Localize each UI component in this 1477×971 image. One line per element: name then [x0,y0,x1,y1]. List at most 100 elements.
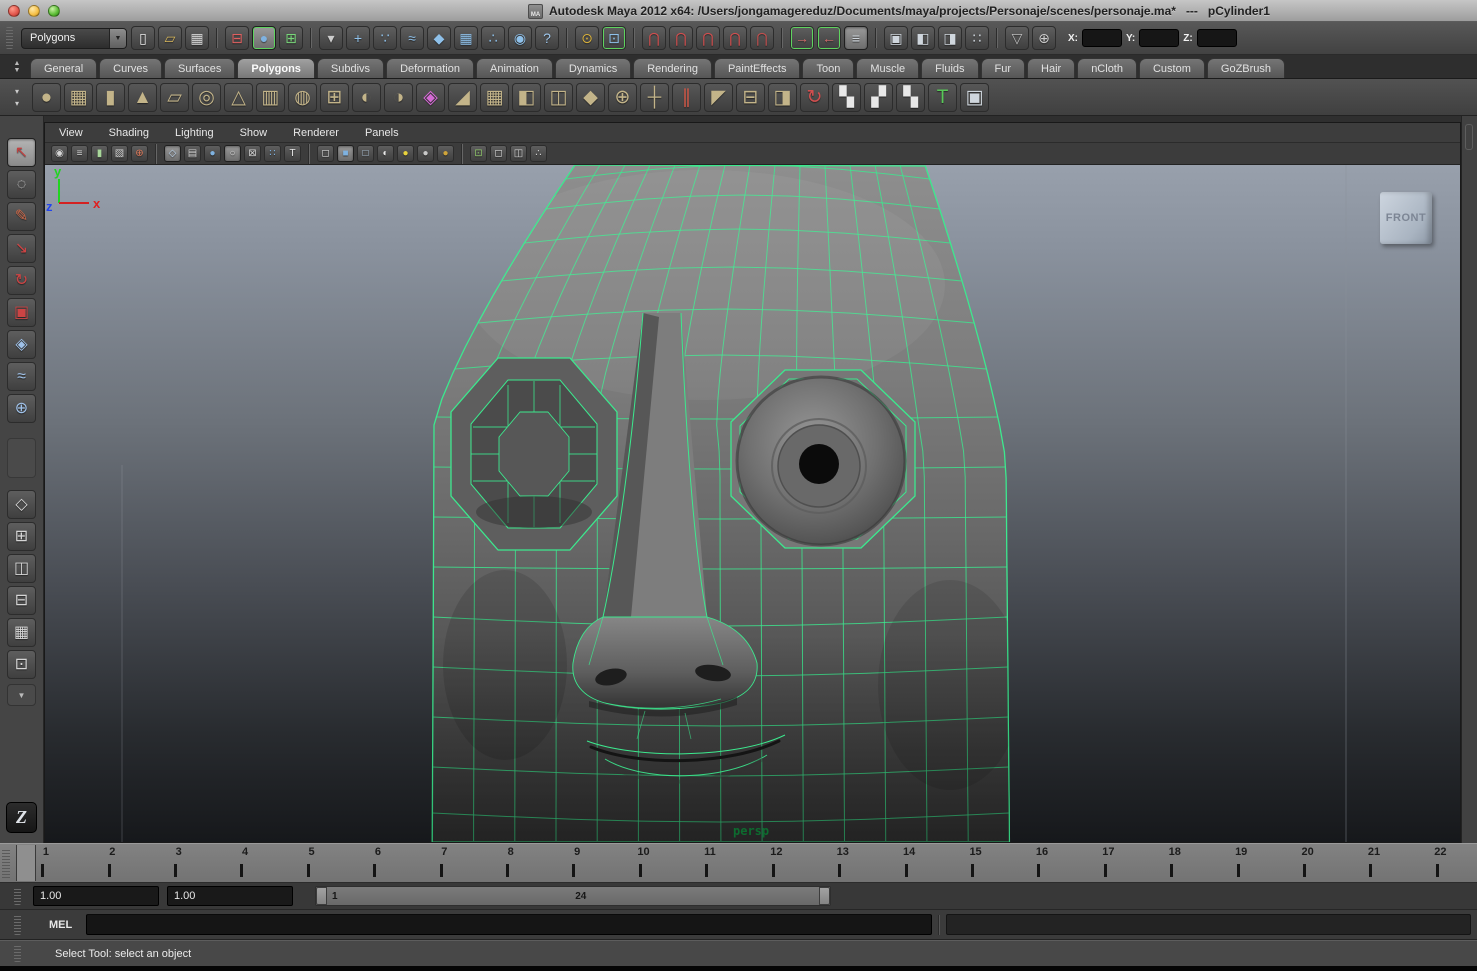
shaded-sphere-icon[interactable]: ● [204,145,221,162]
show-manipulator-tool[interactable]: ⊕ [7,394,36,423]
poly-cube-icon[interactable]: ▦ [64,83,93,112]
panel-menu-show[interactable]: Show [240,127,268,139]
viewport-canvas[interactable]: FRONT y x z persp [45,165,1460,842]
xray-icon[interactable]: □ [357,145,374,162]
poly-pipe-icon[interactable]: ▥ [256,83,285,112]
shelf-tab-custom[interactable]: Custom [1139,58,1205,78]
shelf-tab-gozbrush[interactable]: GoZBrush [1207,58,1285,78]
select-tool[interactable]: ↖ [7,138,36,167]
smooth-mesh-icon[interactable]: ◈ [416,83,445,112]
boolean-union-icon[interactable]: ◐ [352,83,381,112]
shelf-tab-painteffects[interactable]: PaintEffects [714,58,801,78]
bevel-icon[interactable]: ◆ [576,83,605,112]
select-by-deformations-icon[interactable]: ▦ [454,26,478,50]
shelf-tab-toon[interactable]: Toon [802,58,854,78]
select-by-surfaces-icon[interactable]: ◆ [427,26,451,50]
persp-outliner-layout[interactable]: ◫ [7,554,36,583]
uv-texture-editor-icon[interactable]: ▣ [960,83,989,112]
no-lights-icon[interactable]: ● [417,145,434,162]
wireframe-mode-icon[interactable]: ◇ [164,145,181,162]
quadrangulate-icon[interactable]: ▦ [480,83,509,112]
select-camera-icon[interactable]: ◉ [51,145,68,162]
select-by-curves-icon[interactable]: ≈ [400,26,424,50]
single-pane-layout[interactable]: ◇ [7,490,36,519]
minimize-window-button[interactable] [28,5,40,17]
extrude-icon[interactable]: ◧ [512,83,541,112]
shelf-tab-animation[interactable]: Animation [476,58,553,78]
all-lights-icon[interactable]: ● [397,145,414,162]
smooth-shade-all-icon[interactable]: ■ [337,145,354,162]
spherical-mapping-icon[interactable]: ▚ [896,83,925,112]
default-material-icon[interactable]: ∷ [264,145,281,162]
lasso-tool[interactable]: ◌ [7,170,36,199]
shelf-tab-muscle[interactable]: Muscle [856,58,919,78]
lock-selection-icon[interactable]: ⊙ [575,26,599,50]
object-mode-icon[interactable]: ● [252,26,276,50]
shelf-tab-curves[interactable]: Curves [99,58,162,78]
film-gate-icon[interactable]: ▤ [184,145,201,162]
save-scene-icon[interactable]: ▦ [185,26,209,50]
ipr-render-icon[interactable]: ◨ [938,26,962,50]
new-scene-icon[interactable]: ▯ [131,26,155,50]
time-slider[interactable]: 1 2 3 4 5 6 7 [0,843,1477,883]
triangulate-icon[interactable]: ◢ [448,83,477,112]
select-by-handles-icon[interactable]: + [346,26,370,50]
panel-resize-handle[interactable] [1465,124,1473,150]
construction-history-icon[interactable]: ≡ [844,26,868,50]
shelf-options-arrows[interactable]: ▾▾ [6,87,28,108]
flat-shade-icon[interactable]: ○ [224,145,241,162]
shelf-tab-general[interactable]: General [30,58,97,78]
help-line-grip[interactable] [14,945,21,963]
component-mode-icon[interactable]: ⊞ [279,26,303,50]
hypershade-persp-layout[interactable]: ▦ [7,618,36,647]
shelf-tab-polygons[interactable]: Polygons [237,58,315,78]
crease-icon[interactable]: ◤ [704,83,733,112]
panel-layout-icon[interactable]: ◫ [510,145,527,162]
close-window-button[interactable] [8,5,20,17]
poly-pyramid-icon[interactable]: △ [224,83,253,112]
shelf-tab-dynamics[interactable]: Dynamics [555,58,631,78]
layout-shortcuts-dropdown[interactable]: ▼ [7,684,36,706]
2d-pan-zoom-icon[interactable]: ⊕ [131,145,148,162]
make-live-icon[interactable]: ⋂ [750,26,774,50]
poly-sphere-icon[interactable]: ● [32,83,61,112]
select-by-misc-icon[interactable]: ? [535,26,559,50]
rotate-tool[interactable]: ↻ [7,266,36,295]
view-cube[interactable]: FRONT [1380,192,1432,244]
panel-menu-shading[interactable]: Shading [109,127,149,139]
persp-multi-layout[interactable]: ⊡ [7,650,36,679]
use-default-material-icon[interactable]: ◐ [377,145,394,162]
soft-modification-tool[interactable]: ≈ [7,362,36,391]
open-scene-icon[interactable]: ▱ [158,26,182,50]
paint-selection-tool[interactable]: ✎ [7,202,36,231]
scale-tool[interactable]: ▣ [7,298,36,327]
menu-set-selector[interactable]: Polygons ▼ [21,28,127,49]
bounding-box-icon[interactable]: ◻ [317,145,334,162]
text-display-icon[interactable]: T [284,145,301,162]
move-tool[interactable]: ↘ [7,234,36,263]
bridge-icon[interactable]: ◫ [544,83,573,112]
image-plane-icon[interactable]: ▧ [111,145,128,162]
panel-menu-panels[interactable]: Panels [365,127,399,139]
panel-menu-lighting[interactable]: Lighting [175,127,214,139]
select-by-rendering-icon[interactable]: ◉ [508,26,532,50]
z-field[interactable] [1197,29,1237,47]
bookmarks-icon[interactable]: ▮ [91,145,108,162]
y-field[interactable] [1139,29,1179,47]
isolate-select-icon[interactable]: ⊡ [470,145,487,162]
automatic-mapping-icon[interactable]: T [928,83,957,112]
four-pane-layout[interactable]: ⊞ [7,522,36,551]
shelf-tab-fluids[interactable]: Fluids [921,58,978,78]
poly-helix-icon[interactable]: ◍ [288,83,317,112]
planar-mapping-icon[interactable]: ▚ [832,83,861,112]
poly-cone-icon[interactable]: ▲ [128,83,157,112]
sculpt-geometry-icon[interactable]: ↻ [800,83,829,112]
range-slider-bar[interactable]: 1 24 [315,886,831,906]
range-end-handle[interactable] [819,887,830,905]
titlebar[interactable]: MA Autodesk Maya 2012 x64: /Users/jongam… [0,0,1477,22]
crosshair-field-icon[interactable]: ⊕ [1032,26,1056,50]
mask-dropdown-icon[interactable]: ▾ [319,26,343,50]
snap-to-grids-icon[interactable]: ⋂ [642,26,666,50]
shelf-tab-rendering[interactable]: Rendering [633,58,712,78]
highlight-selection-icon[interactable]: ⊡ [602,26,626,50]
